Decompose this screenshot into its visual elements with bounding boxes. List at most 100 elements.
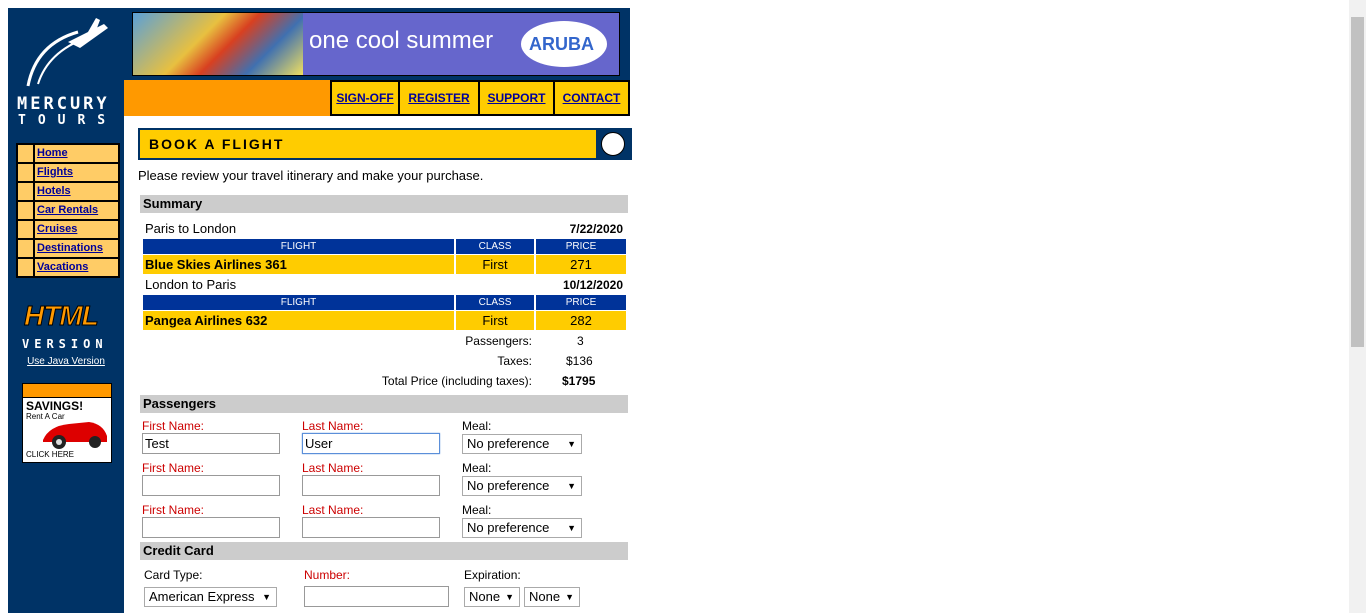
scrollbar-thumb[interactable] — [1351, 17, 1364, 347]
taxes-label: Taxes: — [497, 354, 532, 368]
expiration-label: Expiration: — [464, 568, 521, 582]
passenger-1-first-name-input[interactable]: Test — [142, 433, 280, 454]
card-number-label: Number: — [304, 568, 351, 582]
last-name-label-2: Last Name: — [302, 461, 364, 475]
page-title-bar: BOOK A FLIGHT — [138, 128, 632, 160]
meal-select-value: No preference — [467, 478, 550, 493]
ad-cta: CLICK HERE — [26, 450, 75, 459]
sidebar-item-vacations: Vacations — [18, 259, 118, 276]
contact-link[interactable]: CONTACT — [555, 82, 628, 114]
use-java-version-link[interactable]: Use Java Version — [8, 356, 124, 367]
depart-class: First — [456, 255, 534, 274]
col-class: CLASS — [456, 295, 534, 310]
card-type-label: Card Type: — [144, 568, 203, 582]
mercury-tours-logo[interactable]: MERCURY TOURS — [8, 14, 124, 129]
signoff-link[interactable]: SIGN-OFF — [332, 82, 398, 114]
exp-month-value: None — [469, 589, 501, 604]
aruba-logo: ARUBA — [521, 21, 607, 67]
car-rental-ad[interactable]: SAVINGS! Rent A Car CLICK HERE — [22, 383, 112, 463]
first-name-label-1: First Name: — [142, 419, 205, 433]
passenger-1-meal-select[interactable]: No preference ▼ — [462, 434, 582, 454]
total-label: Total Price (including taxes): — [381, 374, 532, 388]
passenger-3-meal-select[interactable]: No preference ▼ — [462, 518, 582, 538]
depart-route: Paris to London — [145, 221, 237, 236]
depart-date: 7/22/2020 — [569, 222, 623, 236]
sidebar-link-home[interactable]: Home — [35, 145, 118, 162]
card-number-input[interactable] — [304, 586, 449, 607]
depart-flight: Blue Skies Airlines 361 — [143, 255, 454, 274]
col-flight: FLIGHT — [143, 295, 454, 310]
credit-card-heading: Credit Card — [140, 542, 628, 560]
passenger-2-meal-select[interactable]: No preference ▼ — [462, 476, 582, 496]
meal-select-value: No preference — [467, 436, 550, 451]
col-price: PRICE — [536, 239, 626, 254]
sidebar-link-vacations[interactable]: Vacations — [35, 259, 118, 276]
return-price: 282 — [536, 311, 626, 330]
card-type-select[interactable]: American Express ▼ — [144, 587, 277, 607]
sidebar-link-cruises[interactable]: Cruises — [35, 221, 118, 238]
passenger-1-last-name-input[interactable]: User — [302, 433, 440, 454]
meal-select-value: No preference — [467, 520, 550, 535]
return-class: First — [456, 311, 534, 330]
globe-icon — [596, 130, 630, 158]
depart-price: 271 — [536, 255, 626, 274]
return-flight-row: Pangea Airlines 632 First 282 — [143, 311, 626, 330]
ad-headline: SAVINGS! — [26, 399, 84, 413]
passenger-2-last-name-input[interactable] — [302, 475, 440, 496]
return-route: London to Paris — [145, 277, 237, 292]
support-link[interactable]: SUPPORT — [480, 82, 553, 114]
card-type-value: American Express — [149, 589, 255, 604]
last-name-label-3: Last Name: — [302, 503, 364, 517]
total-value: $1795 — [562, 374, 596, 388]
aruba-ad-banner[interactable]: one cool summer ARUBA — [132, 12, 620, 76]
passenger-3-last-name-input[interactable] — [302, 517, 440, 538]
aruba-logo-text: ARUBA — [529, 34, 594, 54]
sidebar-nav: Home Flights Hotels Car Rentals Cruises … — [16, 143, 120, 278]
col-flight: FLIGHT — [143, 239, 454, 254]
return-flight: Pangea Airlines 632 — [143, 311, 454, 330]
top-nav: SIGN-OFF REGISTER SUPPORT CONTACT — [124, 78, 630, 116]
red-car-icon — [43, 422, 107, 449]
sidebar-link-car-rentals[interactable]: Car Rentals — [35, 202, 118, 219]
last-name-label-1: Last Name: — [302, 419, 364, 433]
dropdown-arrow-icon: ▼ — [505, 592, 514, 602]
col-class: CLASS — [456, 239, 534, 254]
passenger-3-first-name-input[interactable] — [142, 517, 280, 538]
html-badge-subtitle: VERSION — [22, 337, 108, 351]
summary-heading: Summary — [140, 195, 628, 213]
page-title: BOOK A FLIGHT — [149, 136, 285, 152]
sidebar-item-home: Home — [18, 145, 118, 162]
sidebar-link-destinations[interactable]: Destinations — [35, 240, 118, 257]
left-sidebar: MERCURY TOURS Home Flights Hotels Car Re… — [8, 8, 124, 613]
beach-photo — [133, 13, 303, 75]
passengers-count-label: Passengers: — [465, 334, 532, 348]
expiration-month-select[interactable]: None ▼ — [464, 587, 520, 607]
sidebar-item-destinations: Destinations — [18, 240, 118, 257]
exp-year-value: None — [529, 589, 561, 604]
page-scrollbar[interactable] — [1349, 0, 1366, 613]
dropdown-arrow-icon: ▼ — [567, 481, 576, 491]
intro-text: Please review your travel itinerary and … — [138, 168, 484, 183]
dropdown-arrow-icon: ▼ — [567, 439, 576, 449]
banner-tagline: one cool summer — [309, 27, 494, 54]
taxes-value: $136 — [566, 354, 593, 368]
airplane-logo-icon — [26, 18, 108, 87]
dropdown-arrow-icon: ▼ — [565, 592, 574, 602]
meal-label-3: Meal: — [462, 503, 492, 517]
expiration-year-select[interactable]: None ▼ — [524, 587, 580, 607]
depart-table-header: FLIGHT CLASS PRICE — [143, 239, 626, 254]
register-link[interactable]: REGISTER — [400, 82, 478, 114]
dropdown-arrow-icon: ▼ — [567, 523, 576, 533]
first-name-label-2: First Name: — [142, 461, 205, 475]
col-price: PRICE — [536, 295, 626, 310]
dropdown-arrow-icon: ▼ — [262, 592, 271, 602]
html-badge-title: HTML — [24, 300, 100, 332]
passengers-count: 3 — [577, 334, 584, 348]
depart-flight-row: Blue Skies Airlines 361 First 271 — [143, 255, 626, 274]
passenger-2-first-name-input[interactable] — [142, 475, 280, 496]
sidebar-link-flights[interactable]: Flights — [35, 164, 118, 181]
sidebar-item-flights: Flights — [18, 164, 118, 181]
sidebar-link-hotels[interactable]: Hotels — [35, 183, 118, 200]
meal-label-2: Meal: — [462, 461, 492, 475]
sidebar-item-car-rentals: Car Rentals — [18, 202, 118, 219]
